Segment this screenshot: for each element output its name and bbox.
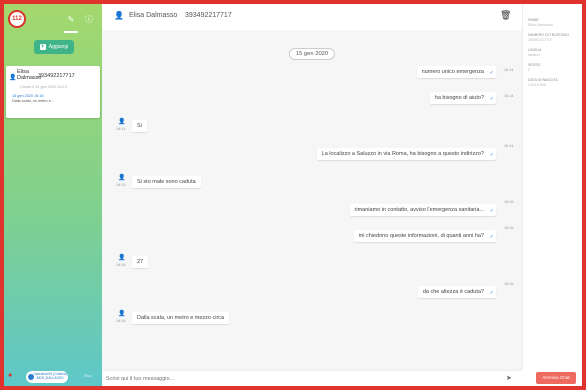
header-contact-name: Elisa Dalmasso xyxy=(129,12,178,19)
app-frame: 112 ✎ ⓘ + Aggiungi 👤 Elisa Dalmasso 3934… xyxy=(4,4,582,386)
message-incoming: Si sto male sono caduta xyxy=(132,176,201,188)
message-time: 16:15 xyxy=(116,183,126,187)
message-text: numero unico emergenza xyxy=(421,69,484,75)
message-text: Si sto male sono caduta xyxy=(137,179,196,185)
operator-label: Operatore00 (Cristina) 4825_DALLASSO xyxy=(33,372,67,380)
contact-info-panel: NOME Elisa Dalmasso NUMERO DI TELEFONO 3… xyxy=(522,4,582,370)
message-text: 27 xyxy=(137,259,144,265)
location-pin-icon[interactable]: ● xyxy=(8,372,16,380)
message-outgoing: La localizzo a Saluzzo in via Roma, ha b… xyxy=(316,148,496,160)
date-separator: 15 gen 2020 xyxy=(288,48,336,60)
plus-icon: + xyxy=(39,44,46,50)
message-composer: ➤ xyxy=(102,370,522,386)
message-time: 16:15 xyxy=(504,226,514,230)
check-icon: ✓ xyxy=(489,70,494,76)
sidebar: 112 ✎ ⓘ + Aggiungi 👤 Elisa Dalmasso 3934… xyxy=(4,4,102,386)
info-value: 22/11/1996 xyxy=(528,83,546,87)
add-button-label: Aggiungi xyxy=(48,44,69,50)
message-incoming: 27 xyxy=(132,256,149,268)
send-icon[interactable]: ➤ xyxy=(506,374,514,384)
message-input[interactable] xyxy=(106,373,476,385)
message-incoming: Dalla scala, un metro e mezzo circa xyxy=(132,312,230,324)
tab-indicator xyxy=(64,31,78,33)
info-label: NUMERO DI TELEFONO xyxy=(528,33,569,37)
message-outgoing: rimaniamo in contatto, avviso l'emergenz… xyxy=(349,204,496,216)
message-time: 16:14 xyxy=(504,94,514,98)
contact-phone: 393492217717 xyxy=(38,73,75,79)
check-icon: ✓ xyxy=(489,96,494,102)
user-icon: 👤 xyxy=(118,175,126,181)
message-time: 16:14 xyxy=(504,144,514,148)
contact-last-date: 15 gen 2020 16:16 xyxy=(12,94,44,98)
operator-avatar xyxy=(28,374,34,380)
info-label: SESSO xyxy=(528,63,541,67)
chat-header: 👤 Elisa Dalmasso 393492217717 🗑 xyxy=(102,4,522,30)
check-icon: ✓ xyxy=(489,290,494,296)
info-footer: Archivia Chat xyxy=(522,370,582,386)
chat-messages: 15 gen 2020 numero unico emergenza ✓ 16:… xyxy=(102,30,522,370)
trash-icon[interactable]: 🗑 xyxy=(500,10,511,22)
logo-badge-icon[interactable]: 112 xyxy=(8,10,26,28)
contact-preview: Dalla scala, un metro e... xyxy=(12,99,54,103)
sidebar-footer: ● Operatore00 (Cristina) 4825_DALLASSO E… xyxy=(4,370,102,386)
user-icon: 👤 xyxy=(9,75,17,81)
info-value: F xyxy=(528,68,531,72)
message-text: rimaniamo in contatto, avviso l'emergenz… xyxy=(354,207,484,213)
message-text: Dalla scala, un metro e mezzo circa xyxy=(137,315,225,321)
info-value: Elisa Dalmasso xyxy=(528,23,553,27)
message-time: 16:16 xyxy=(116,319,126,323)
sidebar-header: 112 ✎ ⓘ xyxy=(4,4,102,34)
contact-name: Elisa Dalmasso xyxy=(17,69,42,81)
message-time: 16:14 xyxy=(504,68,514,72)
message-outgoing: numero unico emergenza ✓ xyxy=(416,66,496,78)
message-text: Si xyxy=(137,123,142,129)
message-text: La localizzo a Saluzzo in via Roma, ha b… xyxy=(321,151,484,157)
info-value: Italiano xyxy=(528,53,540,57)
message-incoming: Si xyxy=(132,120,147,132)
add-button[interactable]: + Aggiungi xyxy=(34,40,74,54)
contact-created: Creato il 15 gen 2020 16:13 xyxy=(20,85,67,89)
check-icon: ✓ xyxy=(489,152,494,158)
message-outgoing: da che altezza è caduta? ✓ xyxy=(417,286,496,298)
archive-chat-button[interactable]: Archivia Chat xyxy=(536,372,576,384)
user-icon: 👤 xyxy=(118,311,126,317)
message-time: 16:16 xyxy=(116,263,126,267)
exit-link[interactable]: Esci xyxy=(84,373,92,378)
message-outgoing: mi chiedono queste informazioni, di quan… xyxy=(353,230,496,242)
contact-list-item[interactable]: 👤 Elisa Dalmasso 393492217717 Creato il … xyxy=(6,66,100,118)
message-text: mi chiedono queste informazioni, di quan… xyxy=(358,233,484,239)
operator-badge[interactable]: Operatore00 (Cristina) 4825_DALLASSO xyxy=(26,371,68,383)
user-icon: 👤 xyxy=(118,255,126,261)
message-text: ha bisogno di aiuto? xyxy=(434,95,484,101)
info-label: LINGUA xyxy=(528,48,542,52)
message-text: da che altezza è caduta? xyxy=(422,289,484,295)
info-label: NOME xyxy=(528,18,539,22)
user-icon: 👤 xyxy=(114,11,124,20)
check-icon: ✓ xyxy=(489,234,494,240)
message-time: 16:16 xyxy=(504,282,514,286)
info-icon[interactable]: ⓘ xyxy=(84,15,94,25)
info-label: DATA DI NASCITA xyxy=(528,78,558,82)
check-icon: ✓ xyxy=(489,208,494,214)
user-icon: 👤 xyxy=(118,119,126,125)
edit-icon[interactable]: ✎ xyxy=(66,15,76,25)
message-time: 16:15 xyxy=(504,200,514,204)
info-value: 393492217717 xyxy=(528,38,552,42)
message-outgoing: ha bisogno di aiuto? ✓ xyxy=(429,92,496,104)
message-time: 16:14 xyxy=(116,127,126,131)
header-contact-phone: 393492217717 xyxy=(185,12,232,19)
